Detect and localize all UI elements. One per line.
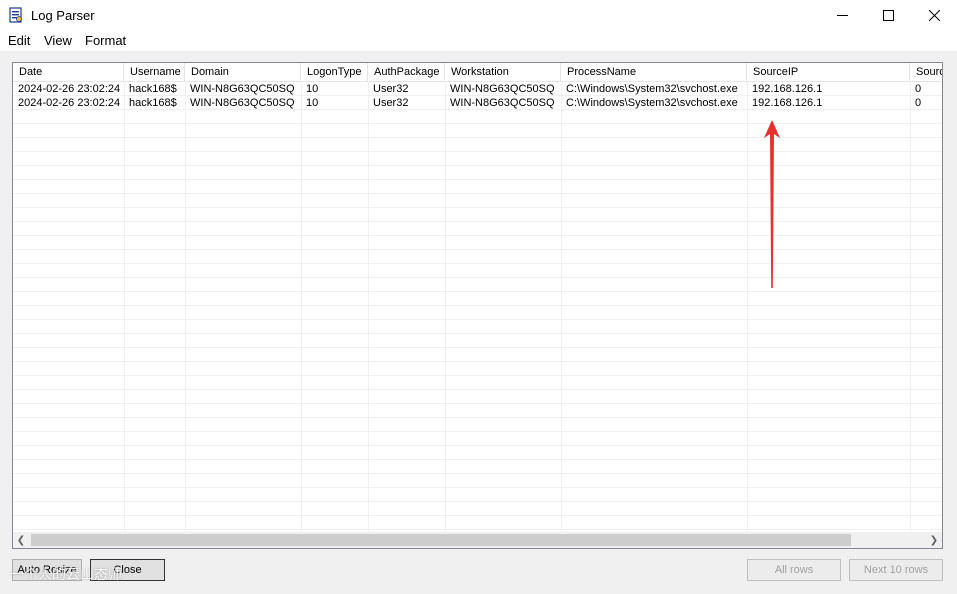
grid-line: [13, 417, 942, 418]
auto-resize-button[interactable]: Auto Resize: [12, 559, 82, 581]
scroll-left-icon[interactable]: ❮: [13, 532, 29, 548]
close-button[interactable]: Close: [90, 559, 165, 581]
all-rows-button[interactable]: All rows: [747, 559, 841, 581]
column-header-authpackage[interactable]: AuthPackage: [368, 63, 445, 81]
cell-sourceip: 192.168.126.1: [752, 83, 823, 95]
results-list-view[interactable]: Date Username Domain LogonType AuthPacka…: [12, 62, 943, 549]
grid-line: [13, 375, 942, 376]
grid-line: [13, 305, 942, 306]
cell-authpackage: User32: [373, 97, 409, 109]
grid-line: [13, 193, 942, 194]
grid-line: [13, 529, 942, 530]
grid-line: [13, 487, 942, 488]
horizontal-scrollbar[interactable]: ❮ ❯: [13, 532, 942, 548]
cell-sourceip: 192.168.126.1: [752, 97, 823, 109]
column-header-date[interactable]: Date: [13, 63, 124, 81]
cell-username: hack168$: [129, 83, 177, 95]
grid-line: [13, 179, 942, 180]
grid-line: [124, 81, 125, 532]
minimize-button[interactable]: [819, 0, 865, 31]
grid-line: [301, 81, 302, 532]
maximize-icon: [882, 10, 894, 21]
grid-line: [13, 221, 942, 222]
column-header-domain[interactable]: Domain: [185, 63, 301, 81]
grid-line: [13, 473, 942, 474]
red-arrow-annotation: [764, 120, 780, 288]
grid-line: [13, 165, 942, 166]
cell-sourceport: 0: [915, 83, 922, 95]
scroll-right-icon[interactable]: ❯: [926, 532, 942, 548]
close-window-button[interactable]: [911, 0, 957, 31]
window-title: Log Parser: [31, 8, 95, 23]
column-header-sourceip[interactable]: SourceIP: [747, 63, 910, 81]
grid-line: [13, 347, 942, 348]
column-header-sourceport[interactable]: Sourc: [910, 63, 942, 81]
grid-line: [13, 207, 942, 208]
menu-view[interactable]: View: [44, 33, 72, 48]
next-10-rows-button[interactable]: Next 10 rows: [849, 559, 943, 581]
grid-line: [185, 81, 186, 532]
grid-line: [910, 81, 911, 532]
cell-date: 2024-02-26 23:02:24: [18, 97, 121, 109]
cell-workstation: WIN-N8G63QC50SQ: [450, 83, 555, 95]
scrollbar-thumb[interactable]: [31, 534, 851, 546]
minimize-icon: [836, 15, 848, 16]
grid-line: [13, 515, 942, 516]
grid-line: [561, 81, 562, 532]
grid-line: [13, 123, 942, 124]
cell-logontype: 10: [306, 97, 319, 109]
cell-username: hack168$: [129, 97, 177, 109]
grid-line: [13, 235, 942, 236]
grid-line: [13, 361, 942, 362]
cell-authpackage: User32: [373, 83, 409, 95]
grid-line: [13, 403, 942, 404]
menu-format[interactable]: Format: [85, 33, 126, 48]
menu-edit[interactable]: Edit: [8, 33, 30, 48]
grid-line: [13, 501, 942, 502]
grid-line: [13, 291, 942, 292]
cell-workstation: WIN-N8G63QC50SQ: [450, 97, 555, 109]
title-bar: Log Parser: [0, 0, 957, 31]
grid-line: [13, 137, 942, 138]
cell-domain: WIN-N8G63QC50SQ: [190, 97, 295, 109]
grid-line: [13, 277, 942, 278]
table-row[interactable]: 2024-02-26 23:02:24 hack168$ WIN-N8G63QC…: [13, 82, 942, 96]
grid-line: [13, 333, 942, 334]
grid-line: [13, 249, 942, 250]
grid-line: [13, 389, 942, 390]
grid-line: [13, 151, 942, 152]
log-parser-app-icon: [9, 7, 22, 23]
grid-line: [13, 431, 942, 432]
cell-logontype: 10: [306, 83, 319, 95]
menu-bar: Edit View Format: [0, 31, 957, 51]
cell-date: 2024-02-26 23:02:24: [18, 83, 121, 95]
column-header-row: Date Username Domain LogonType AuthPacka…: [13, 63, 942, 82]
grid-line: [13, 263, 942, 264]
column-header-workstation[interactable]: Workstation: [445, 63, 561, 81]
cell-sourceport: 0: [915, 97, 922, 109]
grid-line: [13, 459, 942, 460]
cell-processname: C:\Windows\System32\svchost.exe: [566, 97, 738, 109]
cell-domain: WIN-N8G63QC50SQ: [190, 83, 295, 95]
grid-line: [13, 445, 942, 446]
column-header-processname[interactable]: ProcessName: [561, 63, 747, 81]
column-header-logontype[interactable]: LogonType: [301, 63, 368, 81]
table-row[interactable]: 2024-02-26 23:02:24 hack168$ WIN-N8G63QC…: [13, 96, 942, 110]
grid-line: [747, 81, 748, 532]
maximize-button[interactable]: [865, 0, 911, 31]
column-header-username[interactable]: Username: [124, 63, 185, 81]
grid-line: [368, 81, 369, 532]
grid-line: [445, 81, 446, 532]
close-icon: [928, 10, 940, 21]
cell-processname: C:\Windows\System32\svchost.exe: [566, 83, 738, 95]
grid-line: [13, 319, 942, 320]
